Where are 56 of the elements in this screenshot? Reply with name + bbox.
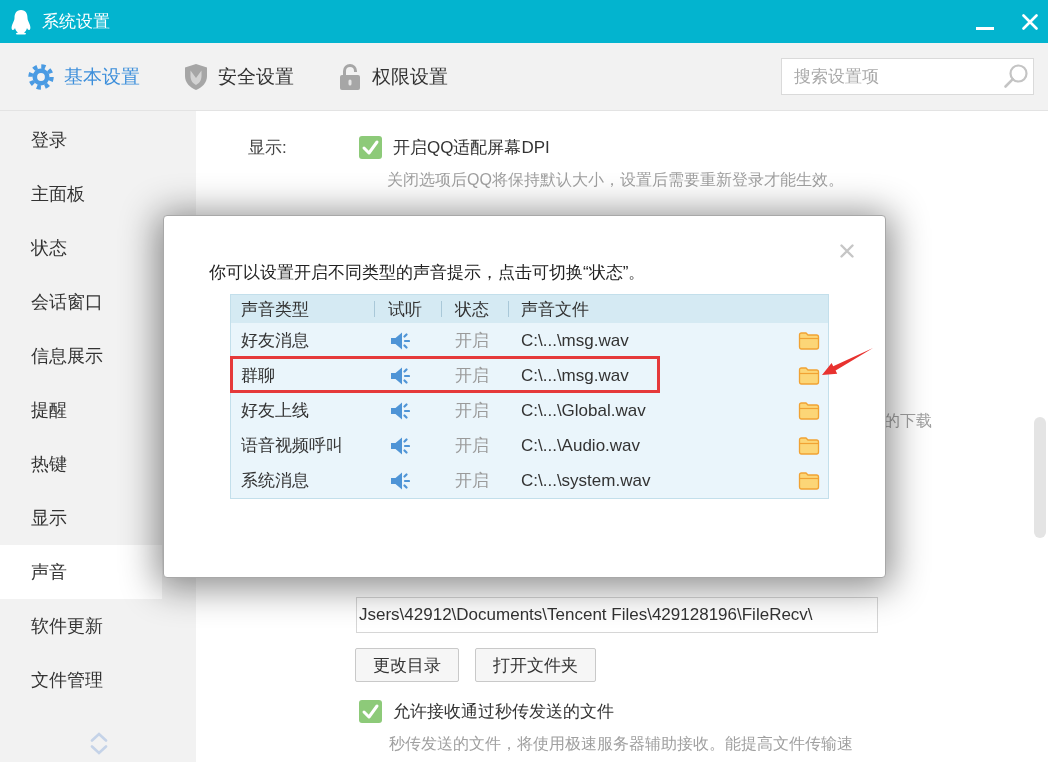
hint-text: 关闭选项后QQ将保持默认大小，设置后需要重新登录才能生效。 [387,170,844,190]
lock-icon [338,62,362,91]
table-cell-text: C:\...\msg.wav [520,330,630,351]
speaker-icon[interactable] [390,330,410,351]
sidebar-item[interactable]: 主面板 [0,167,162,221]
folder-icon[interactable] [798,366,820,385]
table-cell-text: C:\...\Global.wav [520,400,647,421]
gear-icon [28,63,54,90]
sidebar-item[interactable]: 热键 [0,437,162,491]
table-cell-text: 群聊 [240,365,276,387]
folder-icon[interactable] [798,436,820,455]
sidebar-item[interactable]: 文件管理 [0,653,162,707]
sidebar-item[interactable]: 显示 [0,491,162,545]
sidebar-item[interactable]: 软件更新 [0,599,162,653]
section-label: 显示: [248,136,288,159]
table-cell-text: 语音视频呼叫 [240,435,344,457]
tab[interactable]: 权限设置 [338,62,448,91]
table-cell-text: C:\...\system.wav [520,470,652,491]
checkbox-label: 开启QQ适配屏幕DPI [393,136,550,159]
close-icon[interactable] [840,244,854,258]
chevron-down-icon[interactable] [90,745,108,755]
speaker-icon[interactable] [390,470,410,491]
folder-icon[interactable] [798,471,820,490]
sidebar-item[interactable]: 提醒 [0,383,162,437]
table-cell-text: 好友上线 [240,400,310,422]
checkbox-label: 允许接收通过秒传发送的文件 [393,700,614,723]
hint-text: 秒传发送的文件，将使用极速服务器辅助接收。能提高文件传输速 [389,734,853,754]
penguin-icon [10,8,32,35]
button[interactable]: 打开文件夹 [475,648,596,682]
sidebar-item[interactable]: 登录 [0,113,162,167]
checkbox[interactable] [359,135,382,159]
table-cell-text: 系统消息 [240,470,310,492]
table-cell-text: C:\...\Audio.wav [520,435,642,456]
window-title: 系统设置 [42,11,110,33]
checkbox[interactable] [359,699,382,723]
chevron-up-icon[interactable] [90,732,108,742]
sidebar-item[interactable]: 状态 [0,221,162,275]
sidebar-item[interactable]: 会话窗口 [0,275,162,329]
sidebar-item[interactable]: 声音 [0,545,162,599]
search-field[interactable]: 搜索设置项 [781,58,1034,95]
tab[interactable]: 安全设置 [184,62,294,91]
sidebar-item[interactable]: 信息展示 [0,329,162,383]
button[interactable]: 更改目录 [355,648,459,682]
speaker-icon[interactable] [390,435,410,456]
column-header: 声音类型 [240,298,310,321]
folder-icon[interactable] [798,331,820,350]
speaker-icon[interactable] [390,365,410,386]
folder-icon[interactable] [798,401,820,420]
dialog-message: 你可以设置开启不同类型的声音提示，点击可切换“状态”。 [209,262,646,284]
shield-icon [184,62,208,91]
scrollbar-thumb[interactable] [1034,417,1046,538]
table-cell-text: 好友消息 [240,330,310,352]
table-cell-text: C:\...\msg.wav [520,365,630,386]
speaker-icon[interactable] [390,400,410,421]
path-field[interactable]: Jsers\42912\Documents\Tencent Files\429128196\FileRecv\ [356,597,878,633]
search-icon[interactable] [1003,63,1029,89]
